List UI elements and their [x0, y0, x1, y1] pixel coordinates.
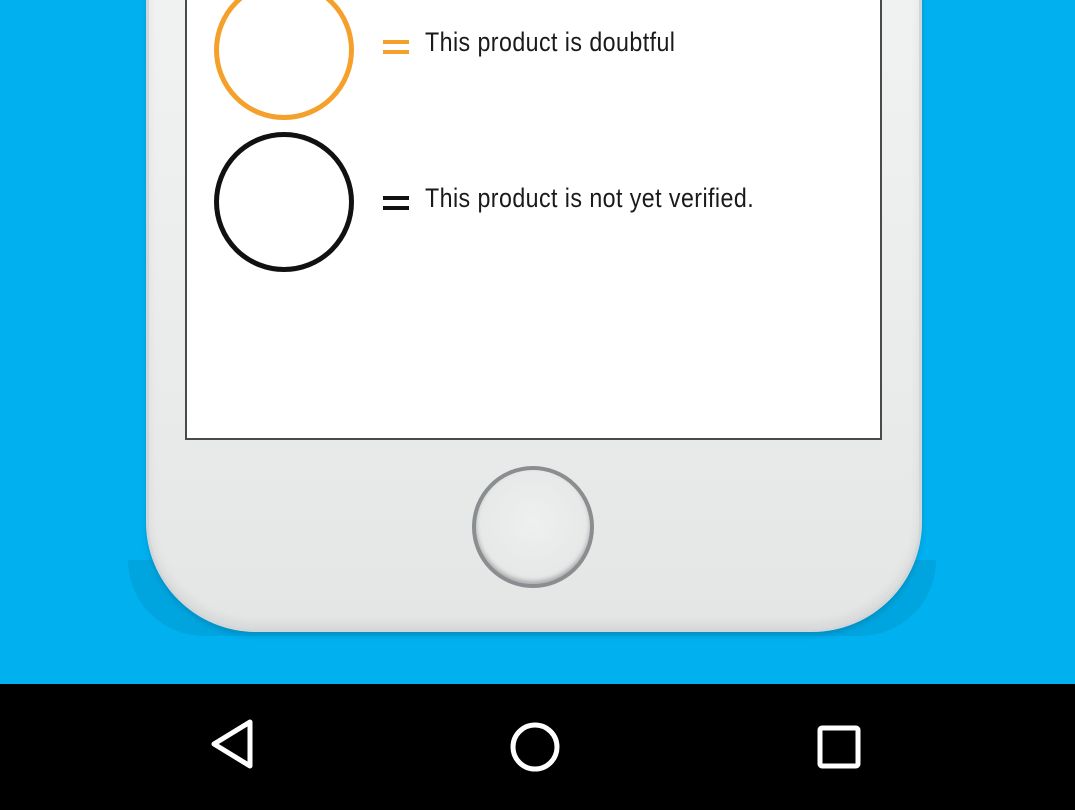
- legend-row-doubtful: This product is doubtful: [187, 0, 880, 140]
- back-triangle-icon: [211, 719, 253, 769]
- black-circle-icon: [214, 132, 354, 272]
- recent-apps-button[interactable]: [799, 704, 879, 784]
- legend-text-doubtful: This product is doubtful: [425, 27, 676, 57]
- phone-home-button: [472, 466, 594, 588]
- orange-circle-icon: [214, 0, 354, 120]
- equals-icon: [383, 193, 409, 213]
- android-navigation-bar: [0, 684, 1075, 810]
- home-circle-icon: [510, 722, 560, 772]
- home-button[interactable]: [495, 704, 575, 784]
- equals-icon: [383, 37, 409, 57]
- legend-row-not-verified: This product is not yet verified.: [187, 132, 880, 292]
- legend-text-not-verified: This product is not yet verified.: [425, 183, 755, 213]
- back-button[interactable]: [194, 704, 274, 784]
- app-background: This product is doubtful This product is…: [0, 0, 1075, 684]
- phone-screen: This product is doubtful This product is…: [185, 0, 882, 440]
- recent-apps-square-icon: [817, 725, 861, 769]
